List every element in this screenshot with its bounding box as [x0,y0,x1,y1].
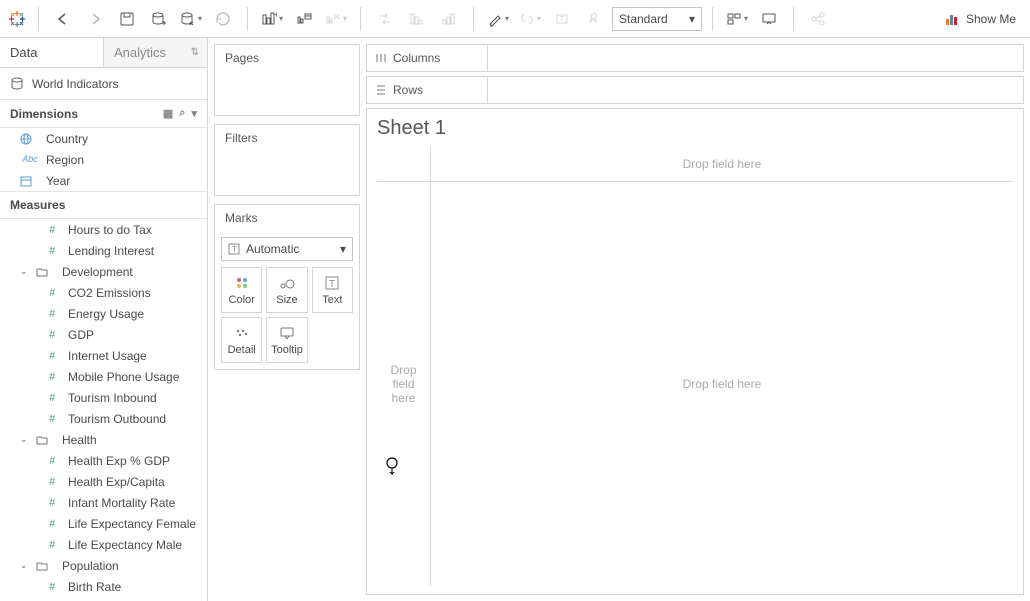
pin-button[interactable] [580,5,608,33]
measure-field[interactable]: #Internet Usage [0,345,207,366]
view-as-icon[interactable]: ▦ [163,107,173,120]
chevron-down-icon: ▾ [340,242,346,256]
save-button[interactable] [113,5,141,33]
columns-shelf[interactable]: Columns [366,44,1024,72]
data-pane: Data Analytics World Indicators Dimensio… [0,38,208,601]
search-icon[interactable]: ⌕ [179,107,185,120]
mark-color-button[interactable]: Color [221,267,262,313]
measure-field[interactable]: #Health Exp/Capita [0,471,207,492]
show-me-icon [944,11,960,27]
svg-text:T: T [329,279,335,290]
folder-row[interactable]: ⌄Development [0,261,207,282]
folder-row[interactable]: ⌄Health [0,429,207,450]
tab-analytics[interactable]: Analytics [103,38,207,67]
new-worksheet-button[interactable]: +▾ [258,5,286,33]
presentation-button[interactable] [755,5,783,33]
dimension-field[interactable]: Year [0,170,207,191]
measure-field[interactable]: #Population 0-14 [0,597,207,601]
folder-row[interactable]: ⌄Population [0,555,207,576]
shelves-pane: Pages Filters Marks TAutomatic ▾ Color S… [208,38,366,601]
measure-field[interactable]: #CO2 Emissions [0,282,207,303]
measure-field[interactable]: #Health Exp % GDP [0,450,207,471]
measure-field[interactable]: #Tourism Outbound [0,408,207,429]
labels-button[interactable]: T [548,5,576,33]
datasource-name: World Indicators [32,77,118,91]
main-drop-zone[interactable]: Drop field here [431,182,1013,586]
tab-data[interactable]: Data [0,38,103,67]
chevron-down-icon: ▾ [689,12,695,26]
measure-field[interactable]: #Hours to do Tax [0,219,207,240]
label-icon: T [325,275,339,291]
autoupdate-button[interactable]: ▾ [177,5,205,33]
svg-text:+: + [274,11,277,19]
menu-caret-icon[interactable]: ▾ [191,107,197,120]
clear-sheet-button[interactable]: ▾ [322,5,350,33]
duplicate-sheet-button[interactable] [290,5,318,33]
cursor-icon [385,457,401,475]
size-icon [279,275,295,291]
rows-icon [375,84,387,96]
fit-dropdown-value: Standard [619,12,668,26]
sheet-view: Sheet 1 Drop field here Drop field here … [366,108,1024,595]
columns-icon [375,52,387,64]
rows-drop-zone[interactable]: Drop field here [377,182,431,586]
swap-button[interactable] [371,5,399,33]
sort-asc-button[interactable] [403,5,431,33]
run-button[interactable] [209,5,237,33]
measure-field[interactable]: #Life Expectancy Female [0,513,207,534]
text-icon: T [228,243,240,255]
mark-tooltip-button[interactable]: Tooltip [266,317,307,363]
undo-button[interactable] [49,5,77,33]
measure-field[interactable]: #GDP [0,324,207,345]
measure-field[interactable]: #Energy Usage [0,303,207,324]
detail-icon [235,325,249,341]
group-button[interactable]: ▾ [516,5,544,33]
show-cards-button[interactable]: ▾ [723,5,751,33]
measure-field[interactable]: #Life Expectancy Male [0,534,207,555]
marks-type-dropdown[interactable]: TAutomatic ▾ [221,237,353,261]
dimension-field[interactable]: AbcRegion [0,149,207,170]
dimensions-header: Dimensions ▦⌕▾ [0,100,207,128]
svg-text:T: T [560,16,565,23]
mark-text-button[interactable]: TText [312,267,353,313]
view-pane: Columns Rows Sheet 1 Drop field here Dro… [366,38,1030,601]
measure-field[interactable]: #Lending Interest [0,240,207,261]
measure-field[interactable]: #Tourism Inbound [0,387,207,408]
svg-text:T: T [232,245,237,254]
measures-header: Measures [0,191,207,219]
field-list: CountryAbcRegionYear Measures #Hours to … [0,128,207,601]
datasource-icon [10,77,24,91]
highlight-button[interactable]: ▾ [484,5,512,33]
fit-dropdown[interactable]: Standard ▾ [612,7,702,31]
share-button[interactable] [804,5,832,33]
tableau-logo [6,8,28,30]
dimension-field[interactable]: Country [0,128,207,149]
filters-shelf[interactable]: Filters [214,124,360,196]
sheet-title[interactable]: Sheet 1 [377,115,1013,146]
mark-size-button[interactable]: Size [266,267,307,313]
columns-drop-zone[interactable]: Drop field here [431,146,1013,182]
measure-field[interactable]: #Birth Rate [0,576,207,597]
datasource-row[interactable]: World Indicators [0,68,207,100]
show-me-label: Show Me [966,12,1016,26]
mark-detail-button[interactable]: Detail [221,317,262,363]
sort-desc-button[interactable] [435,5,463,33]
tooltip-icon [280,325,294,341]
redo-button[interactable] [81,5,109,33]
measure-field[interactable]: #Mobile Phone Usage [0,366,207,387]
rows-shelf[interactable]: Rows [366,76,1024,104]
color-icon [235,275,249,291]
measure-field[interactable]: #Infant Mortality Rate [0,492,207,513]
new-datasource-button[interactable] [145,5,173,33]
toolbar: ▾ +▾ ▾ ▾ ▾ T Standard ▾ ▾ Show Me [0,0,1030,38]
pages-shelf[interactable]: Pages [214,44,360,116]
show-me-button[interactable]: Show Me [936,7,1024,31]
marks-card: Marks TAutomatic ▾ Color Size TText Deta… [214,204,360,370]
